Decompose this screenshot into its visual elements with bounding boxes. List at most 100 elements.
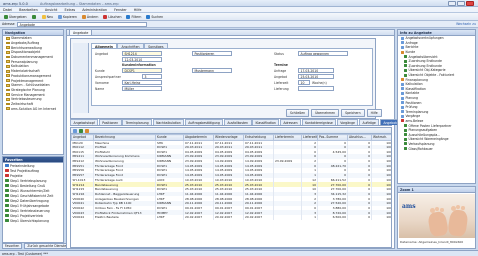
help-button[interactable]: Hilfe bbox=[366, 109, 382, 117]
title-bar: ams.erp 5.0.0 Auftragsbearbeitung – Stam… bbox=[0, 0, 478, 7]
detail-tab[interactable]: Kontaktereignisse bbox=[301, 119, 337, 125]
folder-icon bbox=[6, 97, 10, 101]
delivery-date-field[interactable] bbox=[298, 86, 334, 91]
detail-tab[interactable]: Positionen bbox=[98, 119, 122, 125]
toolbar-button-7[interactable]: Suchen bbox=[144, 14, 165, 20]
customer-name-field[interactable]: Mustermann bbox=[192, 68, 232, 73]
toolbar: Übergeben Neu Kopieren Ändern Löschen Filtern… bbox=[0, 13, 478, 21]
date-field[interactable]: 12.03.2010 bbox=[122, 57, 162, 62]
save-button[interactable]: Speichern bbox=[341, 109, 365, 117]
table-row[interactable]: SH-1013 Förderanlage Audi AUDI 10.03.2010 10… bbox=[71, 177, 391, 183]
info-item[interactable]: Glass/Rohbauer bbox=[398, 146, 475, 151]
detail-tab[interactable]: Klassifikation bbox=[252, 119, 280, 125]
info-item-label: Berichte bbox=[405, 45, 419, 50]
minimize-button[interactable] bbox=[448, 1, 456, 6]
table-row[interactable]: PRSS57 Förderanlage Fond DCSP1 14.05.2009 14… bbox=[71, 172, 391, 178]
folder-icon bbox=[6, 36, 10, 40]
maximize-button[interactable] bbox=[457, 1, 465, 6]
table-row[interactable]: V00040 Anlagenbau Bauzeichnungen LHKF 28.08… bbox=[71, 196, 391, 201]
toolbar-button-1[interactable] bbox=[30, 14, 39, 20]
nav-item[interactable]: ams.Solution AG im Internet bbox=[3, 106, 63, 111]
detail-tab[interactable]: Adressen bbox=[279, 119, 302, 125]
table-row[interactable]: V00044 Elektro Bauteile LHKF 20.02.2007 20.0… bbox=[71, 215, 391, 220]
detail-tab[interactable]: Auftragsbestätigung bbox=[184, 119, 224, 125]
favorite-icon bbox=[5, 218, 9, 223]
customer-field[interactable]: DCSP1 bbox=[122, 68, 162, 73]
favorite-label: Step2 Datenübertragung bbox=[10, 198, 49, 203]
close-dialog-button[interactable]: Schließen bbox=[286, 109, 310, 117]
favorites-button[interactable]: Favoriten bbox=[2, 243, 23, 249]
toolbar-button-2[interactable]: Neu bbox=[40, 14, 55, 20]
document-tabs: Angebote bbox=[67, 29, 394, 36]
window-title-rest: Auftragsbearbeitung – Stammdaten – ams.e… bbox=[40, 1, 119, 6]
toolbar-button-5[interactable]: Löschen bbox=[101, 14, 123, 20]
goto-link[interactable]: Wechseln zu bbox=[456, 22, 476, 26]
nav-item-label: Materialwirtschaft bbox=[11, 69, 40, 74]
table-row[interactable]: PRS411 Wohnsiedlunierung Kommens KIRMANN 23… bbox=[71, 154, 391, 159]
detail-tab[interactable]: Vorgänge bbox=[336, 119, 359, 125]
toolbar-button-3[interactable]: Kopieren bbox=[56, 14, 79, 20]
favorite-label: Projekte bbox=[10, 173, 23, 178]
table-row[interactable]: V00043 Profilstück Förderrahmen QF13 HDMEY… bbox=[71, 210, 391, 215]
tab-angebote[interactable]: Angebote bbox=[69, 29, 93, 35]
info-item-label: Anfrage bbox=[405, 40, 418, 45]
nav-item-label: Vertriebssteuerung bbox=[11, 97, 42, 102]
favorite-label: Step1 Geschäftsbericht Zeit bbox=[10, 193, 54, 198]
detail-tab[interactable]: Terminplanung bbox=[122, 119, 153, 125]
position-field[interactable]: Positionieren bbox=[192, 51, 232, 56]
detail-tab[interactable]: Angebotskopf bbox=[70, 119, 99, 125]
recent-services-button[interactable]: Zurück gesuchte Dienste bbox=[24, 243, 70, 249]
grid-refresh-icon[interactable] bbox=[73, 128, 77, 133]
info-item-label: Verkaufsplanung bbox=[408, 141, 435, 146]
detail-tab[interactable]: Nachkalkulation bbox=[152, 119, 185, 125]
info-item-icon bbox=[401, 110, 404, 114]
detail-tab[interactable]: Ausfallkosten bbox=[223, 119, 252, 125]
delivery-time-field[interactable]: 10 bbox=[298, 80, 310, 85]
table-row[interactable]: PRSS56 Förderanlage Fond DCSP1 14.05.2009 14… bbox=[71, 168, 391, 173]
table-cell: Elektro Bauteile bbox=[93, 215, 156, 220]
lastname-field[interactable]: Müller bbox=[122, 86, 162, 91]
status-select[interactable]: Auftrag gewonnen bbox=[298, 51, 348, 56]
offer-date-field[interactable]: 25.03.2010 bbox=[298, 74, 334, 79]
favorite-item[interactable]: Step1 Übersichtsplanung bbox=[3, 218, 63, 223]
copy-icon bbox=[57, 14, 62, 19]
info-item-label: Angebotsverknüpfungen bbox=[405, 36, 444, 41]
dialog-sidebar bbox=[73, 43, 89, 113]
nav-item-label: Kalkulation bbox=[11, 64, 29, 69]
table-row[interactable]: PRSS51 Förderanlage Fond DCSP1 14.05.2009 14… bbox=[71, 163, 391, 169]
table-row[interactable]: SH1216 Ruhlannet - Baggersteuerung LHKF 11.… bbox=[71, 191, 391, 197]
main-area: Angebote Allgemein Anschriften Sonstiges… bbox=[66, 29, 421, 249]
apply-button[interactable]: Übernehmen bbox=[311, 109, 340, 117]
info-item-icon bbox=[401, 87, 404, 91]
nav-item-label: Zeitwirtschaft bbox=[11, 101, 34, 106]
favorite-icon bbox=[5, 168, 9, 173]
nav-item-label: Service Management bbox=[11, 92, 45, 97]
dates-section-label: Termine bbox=[274, 63, 288, 67]
toolbar-button-4[interactable]: Ändern bbox=[80, 14, 100, 20]
favorite-icon bbox=[5, 198, 9, 203]
folder-icon bbox=[6, 79, 10, 82]
customer-section-label: Kundeninformation bbox=[122, 63, 156, 67]
info-item-icon bbox=[404, 124, 407, 128]
grid-export-icon[interactable] bbox=[79, 128, 83, 133]
info-item-icon bbox=[404, 137, 407, 141]
info-item-icon bbox=[404, 68, 407, 72]
toolbar-button-0[interactable]: Übergeben bbox=[2, 14, 29, 20]
offer-number-field[interactable]: SH1214 bbox=[122, 51, 162, 56]
status-bar: ams.erp - Test (Customer) *** bbox=[0, 250, 478, 256]
contact-field[interactable]: 3 bbox=[142, 74, 162, 79]
request-date-field[interactable]: 17.03.2010 bbox=[298, 68, 334, 73]
toolbar-button-6[interactable]: Filtern bbox=[124, 14, 143, 20]
table-row[interactable]: PRS412 Wohnsiedlunierung KIRMANN 23.09.2009… bbox=[71, 158, 391, 164]
table-row[interactable]: V00042 Umbau Fein - Fe Fl 1050 DCSP1 09.01.… bbox=[71, 205, 391, 211]
table-row[interactable]: V00041 Rollenbahn Typ RB 1100 KIRMANN 29.11… bbox=[71, 200, 391, 206]
column-header[interactable]: Lieferzeit bbox=[301, 134, 318, 141]
delete-icon bbox=[103, 14, 108, 19]
info-item-icon bbox=[401, 78, 404, 82]
address-combo[interactable]: Angebote bbox=[16, 21, 147, 27]
info-item-label: Prüfung bbox=[405, 105, 418, 110]
detail-tab[interactable]: Aufträge bbox=[358, 119, 380, 125]
close-button[interactable] bbox=[466, 1, 474, 6]
grid-print-icon[interactable] bbox=[85, 128, 89, 133]
firstname-field[interactable]: Karl-Heinz bbox=[122, 80, 162, 85]
